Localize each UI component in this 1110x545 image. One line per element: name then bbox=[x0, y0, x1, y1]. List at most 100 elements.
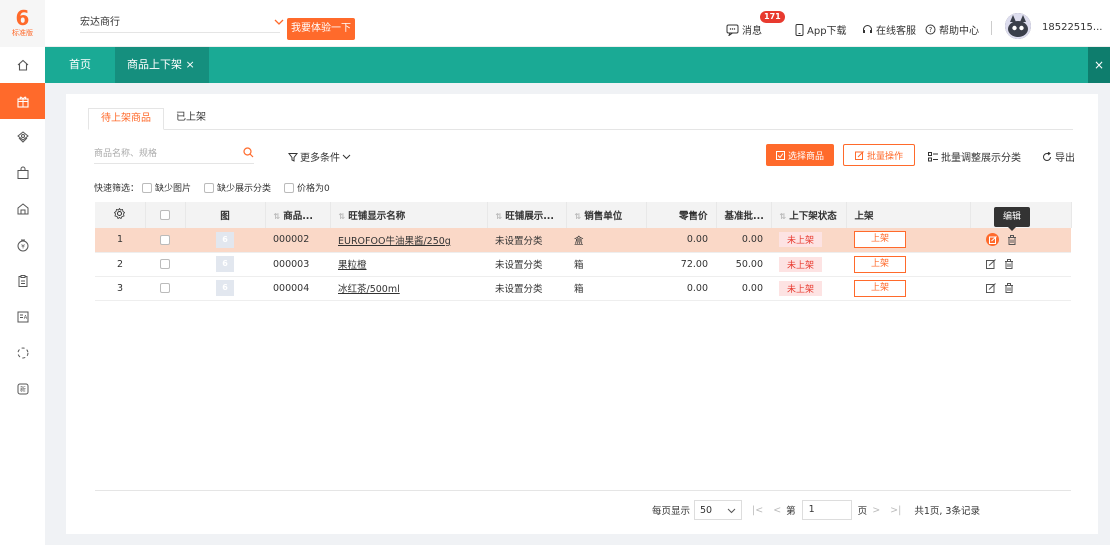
sort-icon: ⇅ bbox=[495, 212, 503, 221]
filter-missing-image-label: 缺少图片 bbox=[155, 184, 192, 194]
avatar[interactable] bbox=[1005, 13, 1031, 39]
column-display-name[interactable]: ⇅ 旺铺显示名称 bbox=[330, 202, 488, 228]
help-center-link[interactable]: ? 帮助中心 bbox=[925, 22, 979, 37]
shelf-up-button[interactable]: 上架 bbox=[854, 279, 906, 297]
per-page-label: 每页显示 bbox=[652, 506, 691, 517]
select-goods-button[interactable]: 选择商品 bbox=[766, 144, 834, 166]
column-display-category[interactable]: ⇅ 旺铺展示... bbox=[487, 202, 567, 228]
column-settings[interactable] bbox=[95, 202, 146, 228]
table-row[interactable]: 2 6 000003 果粒橙 未设置分类箱 72.00 50.00 未上架 上架 bbox=[95, 252, 1071, 277]
new-badge-icon: 新 bbox=[16, 382, 30, 396]
row-display-name[interactable]: 冰红茶/500ml bbox=[330, 276, 487, 301]
next-page-icon[interactable]: > bbox=[872, 505, 880, 516]
edit-icon[interactable] bbox=[986, 259, 996, 269]
sidebar-item-home[interactable] bbox=[0, 47, 45, 83]
sidebar-item-loading[interactable] bbox=[0, 335, 45, 371]
row-checkbox[interactable] bbox=[160, 234, 170, 245]
tab-on-shelf[interactable]: 已上架 bbox=[164, 108, 218, 130]
sidebar-item-orders[interactable] bbox=[0, 155, 45, 191]
select-all-checkbox[interactable] bbox=[160, 210, 170, 220]
edit-icon[interactable] bbox=[986, 283, 996, 293]
edit-icon[interactable] bbox=[986, 233, 999, 247]
trash-icon[interactable] bbox=[1007, 234, 1017, 245]
svg-text:¥: ¥ bbox=[21, 244, 25, 251]
goods-name-link[interactable]: 冰红茶/500ml bbox=[338, 284, 400, 295]
sidebar-item-new[interactable]: 新 bbox=[0, 371, 45, 407]
tab-pending-shelf[interactable]: 待上架商品 bbox=[88, 108, 164, 130]
row-select[interactable] bbox=[145, 228, 185, 253]
home-icon bbox=[16, 58, 30, 72]
batch-adjust-category-button[interactable]: 批量调整展示分类 bbox=[928, 149, 1021, 164]
last-page-icon[interactable]: >| bbox=[890, 505, 901, 516]
more-conditions-button[interactable]: 更多条件 bbox=[288, 149, 351, 164]
page-input[interactable]: 1 bbox=[801, 500, 852, 520]
goods-name-link[interactable]: 果粒橙 bbox=[338, 260, 367, 271]
tab-goods-shelving[interactable]: 商品上下架 × bbox=[115, 47, 209, 83]
trash-icon[interactable] bbox=[1004, 259, 1014, 269]
sidebar-item-finance[interactable]: ¥ bbox=[0, 227, 45, 263]
table-row[interactable]: 3 6 000004 冰红茶/500ml 未设置分类箱 0.00 0.00 未上架 上架 bbox=[95, 276, 1071, 301]
filter-missing-category[interactable]: 缺少展示分类 bbox=[204, 181, 271, 194]
column-code-label: 商品... bbox=[283, 211, 314, 222]
row-select[interactable] bbox=[145, 276, 185, 301]
export-label: 导出 bbox=[1055, 153, 1075, 164]
sidebar-item-store[interactable] bbox=[0, 191, 45, 227]
tab-home[interactable]: 首页 bbox=[69, 47, 91, 83]
shelf-up-button[interactable]: 上架 bbox=[854, 255, 906, 273]
select-all-header[interactable] bbox=[145, 202, 186, 228]
chevron-down-icon bbox=[342, 152, 351, 161]
shelf-up-button[interactable]: 上架 bbox=[854, 231, 906, 249]
filter-missing-image[interactable]: 缺少图片 bbox=[142, 181, 191, 194]
close-icon[interactable]: × bbox=[1088, 47, 1110, 83]
per-page-select[interactable]: 50 bbox=[694, 500, 743, 520]
row-display-name[interactable]: 果粒橙 bbox=[330, 252, 487, 277]
checkbox[interactable] bbox=[284, 182, 295, 193]
user-phone[interactable]: 18522515... bbox=[1042, 22, 1102, 33]
top-bar: 6 标准版 宏达商行 我要体验一下 消息 171 App下载 在线客服 ? 帮助… bbox=[0, 0, 1110, 47]
export-icon bbox=[1042, 151, 1052, 162]
shop-selector[interactable]: 宏达商行 bbox=[80, 15, 284, 33]
header-divider bbox=[991, 21, 992, 35]
sidebar-item-print[interactable]: A bbox=[0, 299, 45, 335]
row-checkbox[interactable] bbox=[160, 259, 170, 269]
logo[interactable]: 6 标准版 bbox=[0, 0, 45, 47]
row-index: 2 bbox=[95, 252, 145, 277]
gear-icon[interactable] bbox=[114, 208, 126, 219]
messages-button[interactable]: 消息 bbox=[726, 22, 762, 37]
column-code[interactable]: ⇅ 商品... bbox=[265, 202, 331, 228]
trial-button[interactable]: 我要体验一下 bbox=[287, 18, 355, 40]
row-display-name[interactable]: EUROFOO牛油果酱/250g bbox=[330, 228, 487, 253]
row-category: 未设置分类 bbox=[487, 228, 566, 253]
batch-operation-button[interactable]: 批量操作 bbox=[843, 144, 915, 166]
filter-missing-category-label: 缺少展示分类 bbox=[217, 184, 272, 194]
sidebar-item-reports[interactable] bbox=[0, 263, 45, 299]
goods-name-link[interactable]: EUROFOO牛油果酱/250g bbox=[338, 236, 451, 247]
svg-text:?: ? bbox=[929, 26, 933, 34]
prev-page-icon[interactable]: < bbox=[773, 505, 781, 516]
row-checkbox[interactable] bbox=[160, 283, 170, 293]
quick-filter: 快速筛选： 缺少图片 缺少展示分类 价格为0 bbox=[94, 181, 340, 194]
column-sales-unit[interactable]: ⇅ 销售单位 bbox=[566, 202, 647, 228]
sidebar-item-shop[interactable] bbox=[0, 119, 45, 155]
placeholder-image-icon: 6 bbox=[216, 256, 234, 272]
trash-icon[interactable] bbox=[1004, 283, 1014, 293]
checkbox[interactable] bbox=[204, 182, 215, 193]
row-select[interactable] bbox=[145, 252, 185, 277]
app-download-link[interactable]: App下载 bbox=[795, 22, 847, 37]
sidebar-item-goods[interactable] bbox=[0, 83, 45, 119]
column-shelf-status[interactable]: ⇅ 上下架状态 bbox=[771, 202, 847, 228]
help-center-label: 帮助中心 bbox=[939, 26, 979, 37]
sort-icon: ⇅ bbox=[779, 212, 787, 221]
logo-mark: 6 bbox=[15, 6, 30, 30]
column-sales-unit-label: 销售单位 bbox=[584, 211, 623, 222]
export-button[interactable]: 导出 bbox=[1042, 149, 1075, 164]
row-unit: 盒 bbox=[566, 228, 646, 253]
checkbox[interactable] bbox=[142, 182, 153, 193]
table-header: 图 ⇅ 商品... ⇅ 旺铺显示名称 ⇅ 旺铺展示... ⇅ 销售单位 零售价 基准批.… bbox=[95, 202, 1072, 228]
search-icon[interactable] bbox=[243, 147, 254, 158]
table-row[interactable]: 1 6 000002 EUROFOO牛油果酱/250g 未设置分类盒 0.00 0.00 未上… bbox=[95, 228, 1071, 253]
online-service-link[interactable]: 在线客服 bbox=[862, 22, 916, 37]
first-page-icon[interactable]: |< bbox=[752, 505, 763, 516]
filter-zero-price[interactable]: 价格为0 bbox=[284, 181, 330, 194]
search-input[interactable]: 商品名称、规格 bbox=[94, 146, 254, 164]
